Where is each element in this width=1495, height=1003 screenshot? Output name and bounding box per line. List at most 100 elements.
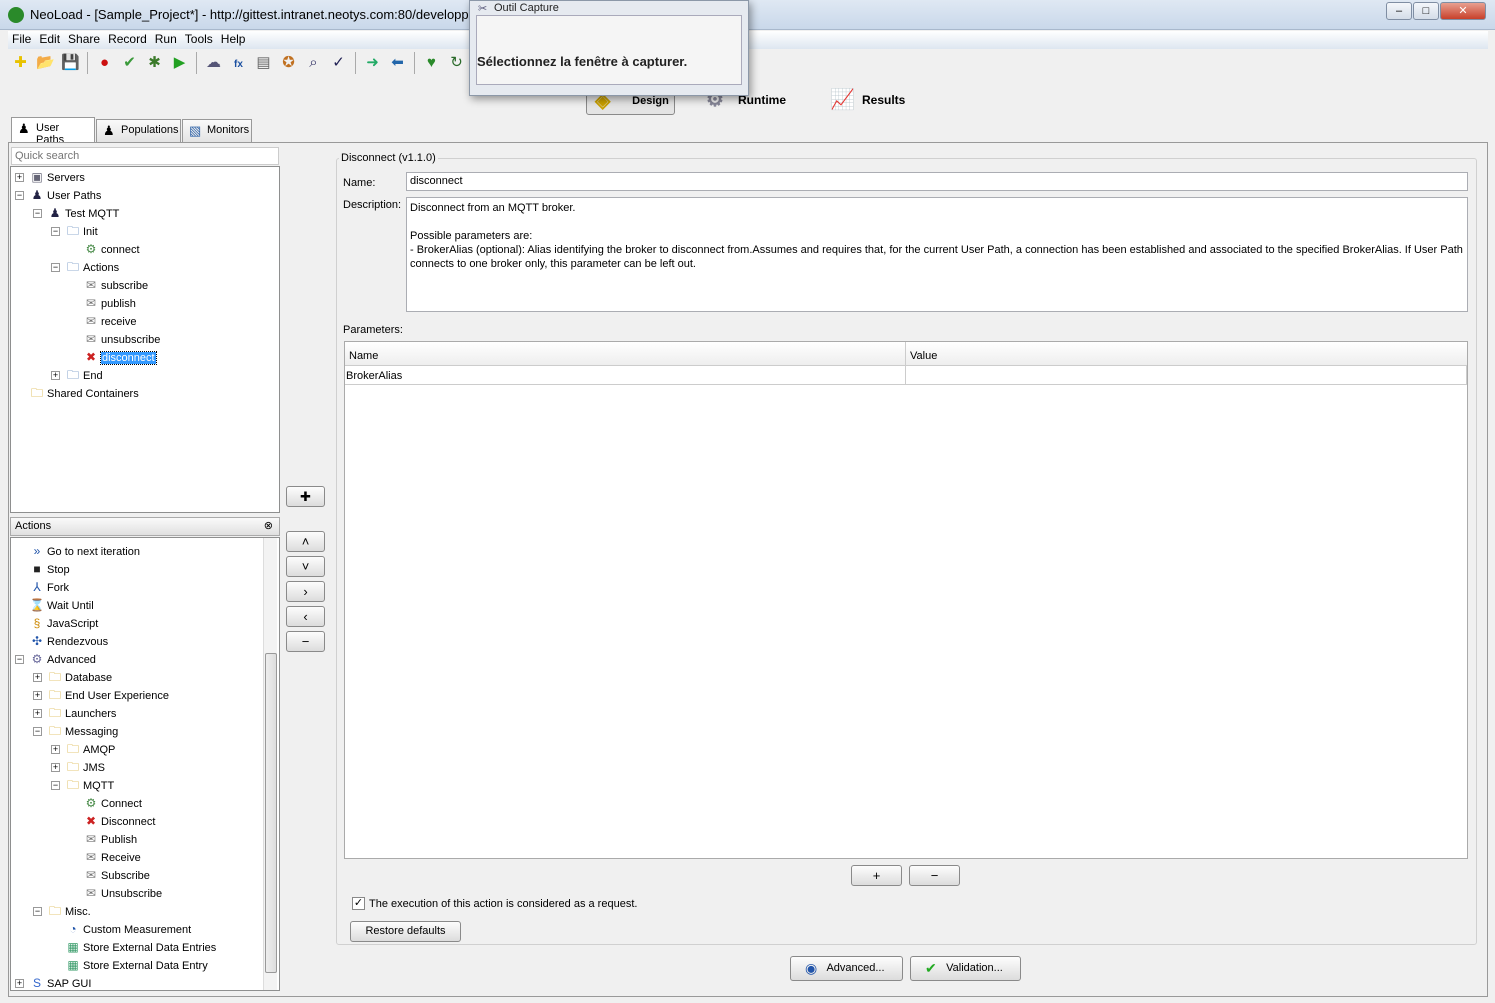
maximize-button[interactable]: □ <box>1413 2 1439 20</box>
tree-item[interactable]: » Go to next iteration <box>29 543 140 559</box>
move-down-button[interactable]: ˅ <box>286 556 325 577</box>
run-icon[interactable]: ▶ <box>169 52 191 74</box>
validation-button[interactable]: ✔ Validation... <box>910 956 1021 981</box>
collapse-icon[interactable]: − <box>51 781 60 790</box>
tree-item[interactable]: ▦ Store External Data Entry <box>65 957 207 973</box>
tree-item[interactable]: ■ Stop <box>29 561 69 577</box>
collapse-icon[interactable]: − <box>33 907 42 916</box>
menu-run[interactable]: Run <box>151 31 181 47</box>
collapse-icon[interactable]: − <box>51 263 60 272</box>
table-row[interactable]: BrokerAlias <box>345 366 1467 385</box>
tree-item[interactable]: ▦ Store External Data Entries <box>65 939 216 955</box>
expand-icon[interactable]: + <box>33 673 42 682</box>
remove-parameter-button[interactable]: − <box>909 865 960 886</box>
menu-help[interactable]: Help <box>217 31 250 47</box>
monitor-icon[interactable]: ♥ <box>421 52 443 74</box>
tree-item[interactable]: − 🗀 Misc. <box>33 903 91 919</box>
tree-item[interactable]: ⅄ Fork <box>29 579 69 595</box>
menu-share[interactable]: Share <box>64 31 104 47</box>
tree-item[interactable]: ✖ Disconnect <box>83 813 155 829</box>
add-parameter-button[interactable]: + <box>851 865 902 886</box>
menu-tools[interactable]: Tools <box>181 31 217 47</box>
collapse-icon[interactable]: − <box>15 655 24 664</box>
search-icon[interactable]: ⌕ <box>303 52 325 74</box>
move-up-button[interactable]: ˄ <box>286 531 325 552</box>
servers-icon[interactable]: ▤ <box>253 52 275 74</box>
expand-icon[interactable]: + <box>15 979 24 988</box>
tree-item[interactable]: ✉ publish <box>83 295 136 311</box>
cloud-icon[interactable]: ☁ <box>203 52 225 74</box>
tab-populations[interactable]: ♟ Populations <box>96 119 181 143</box>
check-user-path-icon[interactable]: ✔ <box>119 52 141 74</box>
name-input[interactable]: disconnect <box>406 172 1468 191</box>
minimize-button[interactable]: – <box>1386 2 1412 20</box>
tree-item[interactable]: − 🗀 Messaging <box>33 723 118 739</box>
column-name[interactable]: Name <box>349 350 378 362</box>
collapse-icon[interactable]: − <box>15 191 24 200</box>
tree-item[interactable]: − 🗀 Init <box>51 223 98 239</box>
collapse-icon[interactable]: ⊗ <box>264 519 273 532</box>
tree-item[interactable]: ✉ Subscribe <box>83 867 150 883</box>
tree-item[interactable]: − ⚙ Advanced <box>15 651 96 667</box>
column-value[interactable]: Value <box>905 342 941 366</box>
tree-item[interactable]: − ♟ Test MQTT <box>33 205 119 221</box>
param-value-cell[interactable] <box>905 366 1467 385</box>
request-checkbox[interactable]: ✓ <box>352 897 365 910</box>
menu-file[interactable]: File <box>8 31 35 47</box>
tree-item[interactable]: + 🗀 AMQP <box>51 741 115 757</box>
collapse-icon[interactable]: − <box>33 727 42 736</box>
tree-item[interactable]: ✉ Publish <box>83 831 137 847</box>
debug-icon[interactable]: ✱ <box>144 52 166 74</box>
scrollbar[interactable] <box>263 538 277 990</box>
tree-item[interactable]: § JavaScript <box>29 615 99 631</box>
quick-search-input[interactable] <box>11 147 279 165</box>
tree-item[interactable]: + 🗀 Launchers <box>33 705 116 721</box>
menu-record[interactable]: Record <box>104 31 151 47</box>
add-to-path-button[interactable]: ✚ <box>286 486 325 507</box>
tree-item[interactable]: + 🗀 End <box>51 367 103 383</box>
indent-button[interactable]: › <box>286 581 325 602</box>
tab-monitors[interactable]: ▧ Monitors <box>182 119 252 143</box>
tree-item[interactable]: ⚙ Connect <box>83 795 142 811</box>
param-name-cell[interactable]: BrokerAlias <box>346 370 402 382</box>
results-mode-button[interactable]: 📈 Results <box>822 85 912 115</box>
collapse-icon[interactable]: − <box>51 227 60 236</box>
collapse-icon[interactable]: − <box>33 209 42 218</box>
description-textarea[interactable]: Disconnect from an MQTT broker. Possible … <box>406 197 1468 312</box>
import-icon[interactable]: ⬅ <box>387 52 409 74</box>
expand-icon[interactable]: + <box>33 691 42 700</box>
expand-icon[interactable]: + <box>51 745 60 754</box>
tree-item[interactable]: − 🗀 Actions <box>51 259 119 275</box>
menu-edit[interactable]: Edit <box>35 31 64 47</box>
tree-item[interactable]: ✣ Rendezvous <box>29 633 108 649</box>
save-icon[interactable]: 💾 <box>60 52 82 74</box>
tree-item[interactable]: 🗀 Shared Containers <box>29 385 139 401</box>
tree-item[interactable]: ✉ Receive <box>83 849 141 865</box>
tree-item[interactable]: + S SAP GUI <box>15 975 91 991</box>
expand-icon[interactable]: + <box>51 371 60 380</box>
expand-icon[interactable]: + <box>33 709 42 718</box>
scrollbar-thumb[interactable] <box>265 653 277 973</box>
close-button[interactable]: ✕ <box>1440 2 1486 20</box>
advanced-button[interactable]: ◉ Advanced... <box>790 956 903 981</box>
expand-icon[interactable]: + <box>15 173 24 182</box>
tree-item[interactable]: ✖ disconnect <box>83 349 157 365</box>
tree-item[interactable]: + ▣ Servers <box>15 169 85 185</box>
tree-item[interactable]: + 🗀 End User Experience <box>33 687 169 703</box>
tree-item[interactable]: + 🗀 JMS <box>51 759 105 775</box>
variables-icon[interactable]: fx <box>228 54 250 76</box>
tab-user-paths[interactable]: ♟ User Paths <box>11 117 95 146</box>
tree-item[interactable]: ✉ unsubscribe <box>83 331 160 347</box>
open-project-icon[interactable]: 📂 <box>35 52 57 74</box>
tree-item[interactable]: ◔ Custom Measurement <box>65 921 191 937</box>
update-icon[interactable]: ↻ <box>446 52 468 74</box>
record-icon[interactable]: ● <box>94 52 116 74</box>
report-icon[interactable]: ✓ <box>328 52 350 74</box>
tree-item[interactable]: + 🗀 Database <box>33 669 112 685</box>
tree-item[interactable]: ⚙ connect <box>83 241 140 257</box>
new-project-icon[interactable]: ✚ <box>10 52 32 74</box>
tree-item[interactable]: ✉ Unsubscribe <box>83 885 162 901</box>
expand-icon[interactable]: + <box>51 763 60 772</box>
tree-item[interactable]: − 🗀 MQTT <box>51 777 114 793</box>
outdent-button[interactable]: ‹ <box>286 606 325 627</box>
